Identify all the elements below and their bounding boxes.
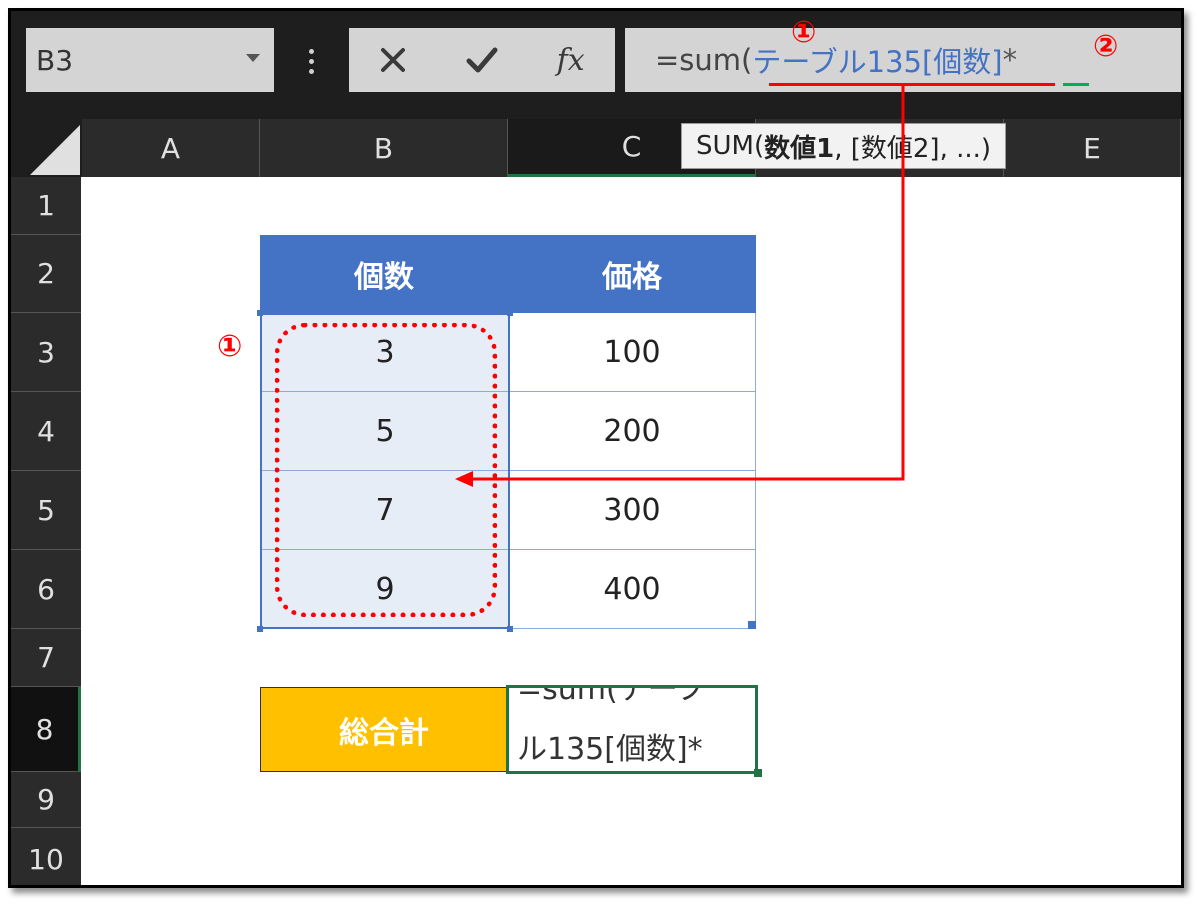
excel-window: B3 fx =sum(テーブル135[個数] * ① ② A B C E 1 2 …: [8, 8, 1184, 888]
annotation-arrow: [455, 86, 905, 487]
